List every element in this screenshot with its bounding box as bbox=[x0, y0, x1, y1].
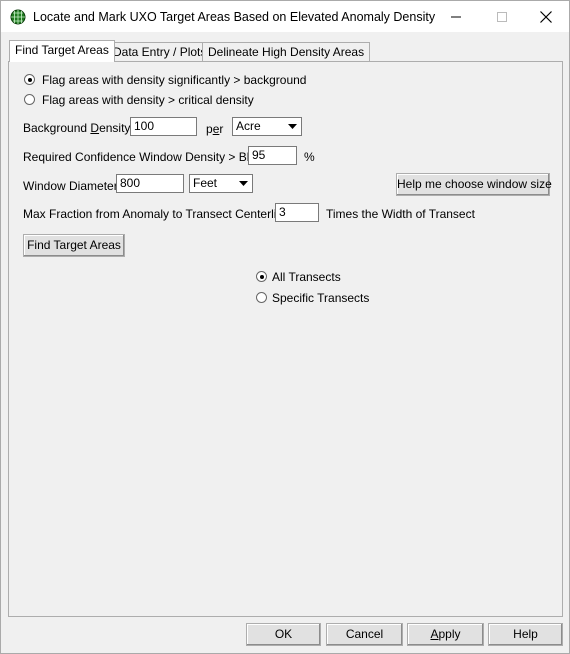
radio-flag-significant[interactable] bbox=[24, 74, 35, 85]
radio-flag-significant-label: Flag areas with density significantly > … bbox=[42, 73, 307, 87]
globe-grid-icon bbox=[10, 9, 26, 25]
radio-all-transects[interactable] bbox=[256, 271, 267, 282]
apply-mnemonic: A bbox=[430, 627, 439, 641]
apply-label: pply bbox=[438, 627, 461, 641]
close-icon bbox=[540, 10, 552, 23]
cancel-button[interactable]: Cancel bbox=[326, 623, 403, 646]
tab-delineate-high-density[interactable]: Delineate High Density Areas bbox=[202, 42, 371, 62]
density-unit-select[interactable]: Acre bbox=[232, 117, 302, 136]
window-diameter-input[interactable]: 800 bbox=[116, 174, 184, 193]
minimize-button[interactable] bbox=[433, 1, 479, 32]
help-window-size-button[interactable]: Help me choose window size bbox=[396, 173, 552, 196]
tab-label: Delineate High Density Areas bbox=[208, 45, 365, 59]
tab-panel-find-target-areas: Flag areas with density significantly > … bbox=[8, 61, 563, 617]
tab-label: Find Target Areas bbox=[15, 43, 109, 57]
apply-button[interactable]: Apply bbox=[407, 623, 484, 646]
background-density-label: Background Density: bbox=[23, 121, 134, 135]
density-unit-value: Acre bbox=[236, 119, 261, 133]
tab-find-target-areas[interactable]: Find Target Areas bbox=[9, 40, 115, 62]
confidence-input[interactable]: 95 bbox=[248, 146, 297, 165]
title-bar: Locate and Mark UXO Target Areas Based o… bbox=[1, 1, 569, 32]
maximize-button[interactable] bbox=[479, 1, 525, 32]
minimize-icon bbox=[451, 16, 461, 17]
window-title: Locate and Mark UXO Target Areas Based o… bbox=[33, 10, 436, 24]
max-fraction-label: Max Fraction from Anomaly to Transect Ce… bbox=[23, 207, 294, 221]
max-fraction-suffix: Times the Width of Transect bbox=[326, 207, 475, 221]
maximize-icon bbox=[497, 11, 507, 22]
radio-all-transects-label: All Transects bbox=[272, 270, 341, 284]
radio-flag-critical-label: Flag areas with density > critical densi… bbox=[42, 93, 254, 107]
dialog-window: Locate and Mark UXO Target Areas Based o… bbox=[0, 0, 570, 654]
radio-flag-critical[interactable] bbox=[24, 94, 35, 105]
find-target-areas-button[interactable]: Find Target Areas bbox=[23, 234, 125, 257]
confidence-label: Required Confidence Window Density > Bkg… bbox=[23, 150, 263, 164]
per-label: per bbox=[206, 122, 224, 136]
tab-label: Data Entry / Plots bbox=[113, 45, 207, 59]
close-button[interactable] bbox=[523, 1, 569, 32]
window-diameter-label: Window Diameter: bbox=[23, 179, 122, 193]
radio-specific-transects[interactable] bbox=[256, 292, 267, 303]
max-fraction-input[interactable]: 3 bbox=[275, 203, 319, 222]
chevron-down-icon bbox=[235, 175, 252, 192]
tab-data-entry-plots[interactable]: Data Entry / Plots bbox=[107, 42, 213, 62]
diameter-unit-value: Feet bbox=[193, 176, 218, 190]
ok-button[interactable]: OK bbox=[246, 623, 321, 646]
diameter-unit-select[interactable]: Feet bbox=[189, 174, 253, 193]
radio-specific-transects-label: Specific Transects bbox=[272, 291, 370, 305]
percent-label: % bbox=[304, 150, 315, 164]
help-button[interactable]: Help bbox=[488, 623, 563, 646]
background-density-input[interactable]: 100 bbox=[130, 117, 197, 136]
chevron-down-icon bbox=[284, 118, 301, 135]
